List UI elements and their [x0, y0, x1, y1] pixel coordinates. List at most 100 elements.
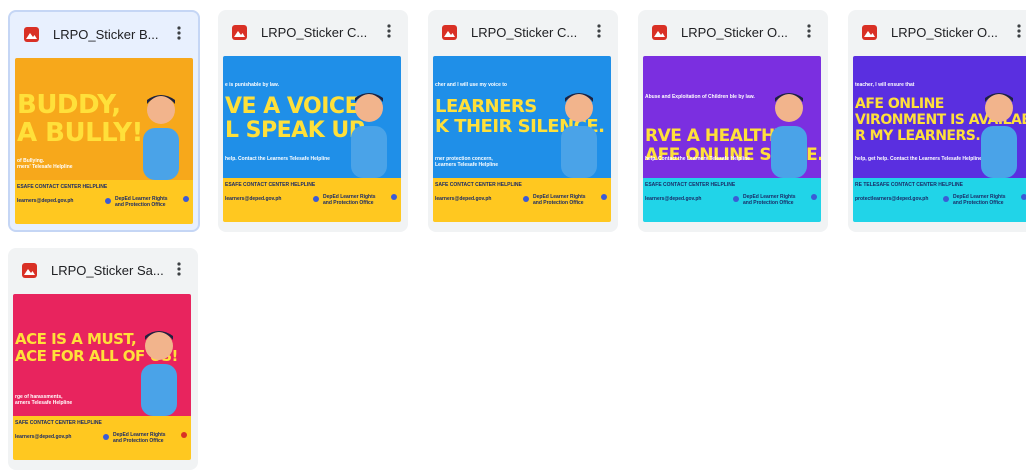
file-card[interactable]: LRPO_Sticker C... cher and I will use my … [428, 10, 618, 232]
more-vert-icon[interactable] [800, 24, 818, 40]
file-card[interactable]: LRPO_Sticker Sa... ACE IS A MUST, ACE FOR … [8, 248, 198, 470]
file-card-header: LRPO_Sticker C... [218, 10, 408, 54]
office-name: DepEd Learner Rights and Protection Offi… [323, 194, 376, 206]
file-name[interactable]: LRPO_Sticker C... [261, 25, 380, 40]
file-name[interactable]: LRPO_Sticker B... [53, 27, 170, 42]
office-name: DepEd Learner Rights and Protection Offi… [533, 194, 586, 206]
image-file-icon [442, 24, 457, 40]
file-card-header: LRPO_Sticker O... [638, 10, 828, 54]
person-illustration [771, 93, 807, 178]
more-vert-icon[interactable] [170, 262, 188, 278]
helpline-label: SAFE CONTACT CENTER HELPLINE [435, 182, 522, 188]
email-icon [105, 198, 111, 204]
more-vert-icon[interactable] [380, 24, 398, 40]
file-thumbnail[interactable]: teacher, I will ensure that AFE ONLINE VIR… [853, 56, 1026, 222]
helpline-label: ESAFE CONTACT CENTER HELPLINE [225, 182, 316, 188]
person-illustration [561, 93, 597, 178]
file-card-header: LRPO_Sticker B... [10, 12, 198, 56]
office-name: DepEd Learner Rights and Protection Offi… [743, 194, 796, 206]
thumbnail-hero: teacher, I will ensure that AFE ONLINE VIR… [853, 56, 1026, 178]
facebook-icon [391, 194, 397, 200]
file-card-header: LRPO_Sticker C... [428, 10, 618, 54]
image-file-icon [24, 26, 39, 42]
office-name: DepEd Learner Rights and Protection Offi… [115, 196, 168, 208]
file-thumbnail[interactable]: Abuse and Exploitation of Children ble b… [643, 56, 821, 222]
thumbnail-footer: ESAFE CONTACT CENTER HELPLINE learners@de… [643, 178, 821, 222]
image-file-icon [862, 24, 877, 40]
file-thumbnail[interactable]: ACE IS A MUST, ACE FOR ALL OF US! rge of h… [13, 294, 191, 460]
thumbnail-hero: e is punishable by law. VE A VOICE. L SPEA… [223, 56, 401, 178]
thumbnail-headline: BUDDY, [17, 90, 121, 120]
thumbnail-footer: SAFE CONTACT CENTER HELPLINE learners@dep… [433, 178, 611, 222]
file-thumbnail[interactable]: cher and I will use my voice to LEARNERS K… [433, 56, 611, 222]
thumbnail-footer: ESAFE CONTACT CENTER HELPLINE learners@de… [223, 178, 401, 222]
file-name[interactable]: LRPO_Sticker O... [891, 25, 1010, 40]
thumbnail-headline: LEARNERS [435, 96, 537, 117]
file-card[interactable]: LRPO_Sticker O... teacher, I will ensure … [848, 10, 1026, 232]
more-vert-icon[interactable] [590, 24, 608, 40]
image-file-icon [22, 262, 37, 278]
email-icon [733, 196, 739, 202]
file-card-header: LRPO_Sticker Sa... [8, 248, 198, 292]
file-name[interactable]: LRPO_Sticker C... [471, 25, 590, 40]
office-name: DepEd Learner Rights and Protection Offi… [953, 194, 1006, 206]
image-file-icon [652, 24, 667, 40]
file-thumbnail[interactable]: e is punishable by law. VE A VOICE. L SPEA… [223, 56, 401, 222]
email-icon [103, 434, 109, 440]
helpline-email: protectlearners@deped.gov.ph [855, 196, 929, 202]
thumbnail-small-text: cher and I will use my voice to [435, 82, 507, 88]
helpline-email: learners@deped.gov.ph [225, 196, 282, 202]
thumbnail-hero: ACE IS A MUST, ACE FOR ALL OF US! rge of h… [13, 294, 191, 416]
file-card[interactable]: LRPO_Sticker B... BUDDY, A BULLY! of Bullyi… [8, 10, 200, 232]
person-illustration [141, 331, 177, 416]
email-icon [943, 196, 949, 202]
helpline-email: learners@deped.gov.ph [645, 196, 702, 202]
thumbnail-headline: R MY LEARNERS. [855, 128, 981, 144]
thumbnail-small-text: Abuse and Exploitation of Children ble b… [645, 94, 755, 100]
thumbnail-small-text: teacher, I will ensure that [855, 82, 915, 88]
helpline-label: ESAFE CONTACT CENTER HELPLINE [17, 184, 108, 190]
helpline-label: RE TELESAFE CONTACT CENTER HELPLINE [855, 182, 963, 188]
thumbnail-hero: BUDDY, A BULLY! of Bullying. rners' Telesaf… [15, 58, 193, 180]
image-file-icon [232, 24, 247, 40]
thumbnail-caption: Learners Telesafe Helpline [435, 162, 498, 168]
thumbnail-footer: ESAFE CONTACT CENTER HELPLINE learners@de… [15, 180, 193, 224]
thumbnail-footer: RE TELESAFE CONTACT CENTER HELPLINE prote… [853, 178, 1026, 222]
file-card[interactable]: LRPO_Sticker C... e is punishable by law.… [218, 10, 408, 232]
person-illustration [981, 93, 1017, 178]
more-vert-icon[interactable] [170, 26, 188, 42]
thumbnail-hero: Abuse and Exploitation of Children ble b… [643, 56, 821, 178]
thumbnail-caption: help, get help. Contact the Learners Tel… [855, 156, 982, 162]
helpline-label: ESAFE CONTACT CENTER HELPLINE [645, 182, 736, 188]
more-vert-icon[interactable] [1010, 24, 1026, 40]
facebook-icon [181, 432, 187, 438]
office-name: DepEd Learner Rights and Protection Offi… [113, 432, 166, 444]
facebook-icon [811, 194, 817, 200]
helpline-email: learners@deped.gov.ph [15, 434, 72, 440]
file-card-header: LRPO_Sticker O... [848, 10, 1026, 54]
facebook-icon [1021, 194, 1026, 200]
file-grid: LRPO_Sticker B... BUDDY, A BULLY! of Bullyi… [0, 0, 1026, 470]
helpline-email: learners@deped.gov.ph [17, 198, 74, 204]
facebook-icon [601, 194, 607, 200]
file-name[interactable]: LRPO_Sticker O... [681, 25, 800, 40]
file-thumbnail[interactable]: BUDDY, A BULLY! of Bullying. rners' Telesaf… [15, 58, 193, 224]
file-card[interactable]: LRPO_Sticker O... Abuse and Exploitation … [638, 10, 828, 232]
thumbnail-headline: A BULLY! [17, 118, 143, 148]
thumbnail-headline: AFE ONLINE [855, 96, 944, 112]
file-name[interactable]: LRPO_Sticker Sa... [51, 263, 170, 278]
helpline-email: learners@deped.gov.ph [435, 196, 492, 202]
email-icon [523, 196, 529, 202]
thumbnail-caption: rners' Telesafe Helpline [17, 164, 73, 170]
person-illustration [351, 93, 387, 178]
thumbnail-footer: SAFE CONTACT CENTER HELPLINE learners@dep… [13, 416, 191, 460]
email-icon [313, 196, 319, 202]
thumbnail-headline: ACE IS A MUST, [15, 330, 137, 348]
facebook-icon [183, 196, 189, 202]
thumbnail-small-text: e is punishable by law. [225, 82, 279, 88]
thumbnail-hero: cher and I will use my voice to LEARNERS K… [433, 56, 611, 178]
thumbnail-caption: arners Telesafe Helpline [15, 400, 73, 406]
helpline-label: SAFE CONTACT CENTER HELPLINE [15, 420, 102, 426]
thumbnail-caption: help. Contact the Learners Telesafe Help… [225, 156, 330, 162]
thumbnail-caption: help. Contact the Learners Telesafe Help… [645, 156, 750, 162]
